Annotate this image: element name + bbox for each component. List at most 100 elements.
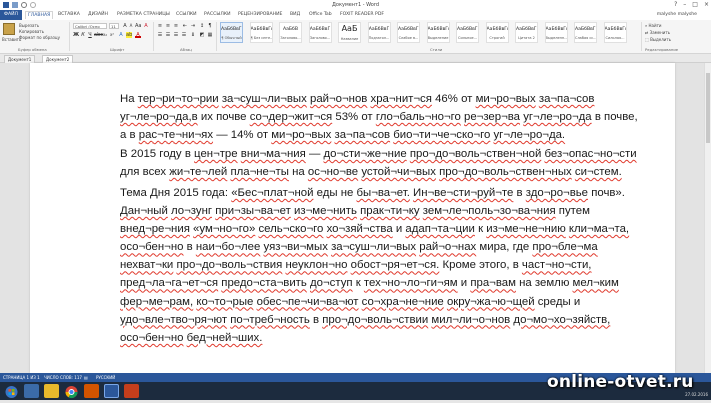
font-family-select[interactable]: Calibri (Осно (73, 23, 107, 29)
document-word: без¬опас¬но¬сти (544, 148, 637, 160)
shading-icon[interactable]: ◩ (199, 32, 205, 38)
select-button[interactable]: ⬚ Выделить (645, 37, 671, 42)
clear-formatting-icon[interactable]: A (143, 23, 149, 29)
word-count[interactable]: ЧИСЛО СЛОВ: 117 (44, 375, 82, 380)
vertical-scrollbar[interactable] (704, 63, 711, 373)
scrollbar-thumb[interactable] (706, 73, 710, 143)
document-paragraph[interactable]: На тер¬ри¬то¬рии за¬суш¬ли¬вых рай¬о¬нов… (120, 90, 640, 144)
spell-check-icon[interactable]: ▤ (84, 375, 88, 380)
language-indicator[interactable]: РУССКИЙ (96, 375, 115, 380)
maximize-button[interactable]: □ (692, 1, 698, 8)
style-item[interactable]: АаБбВвГг Выделенн... (544, 22, 568, 43)
style-name: Подзагол... (368, 36, 390, 40)
copy-button[interactable]: Копировать (19, 29, 44, 34)
document-word: почве (216, 111, 247, 124)
text-effects-icon[interactable]: A (118, 32, 124, 38)
cut-button[interactable]: Вырезать (19, 23, 39, 28)
replace-button[interactable]: ⇄ Заменить (645, 30, 670, 35)
format-painter-button[interactable]: Формат по образцу (19, 35, 60, 40)
document-word: про¬бле¬ма (532, 241, 598, 254)
document-workspace: На тер¬ри¬то¬рии за¬суш¬ли¬вых рай¬о¬нов… (0, 63, 711, 373)
font-group-label: Шрифт (110, 47, 125, 52)
tab-file[interactable]: ФАЙЛ (0, 10, 22, 20)
underline-icon[interactable]: Ч (87, 32, 93, 38)
align-center-icon[interactable]: ☰ (165, 32, 171, 38)
style-item[interactable]: АаБбВвГг Сильное... (456, 22, 479, 43)
tab-layout[interactable]: РАЗМЕТКА СТРАНИЦЫ (117, 12, 170, 17)
powerpoint-taskbar-icon[interactable] (124, 384, 139, 398)
doc-tab-1[interactable]: Документ1 (4, 55, 36, 63)
italic-icon[interactable]: К (80, 32, 86, 38)
tab-view[interactable]: ВИД (290, 12, 300, 17)
style-item[interactable]: АаБбВвГ Подзагол... (367, 22, 391, 43)
decrease-indent-icon[interactable]: ⇤ (182, 23, 188, 29)
style-item[interactable]: АаБбВвГг ¶ Обычный (220, 22, 243, 43)
document-word: мира, (479, 241, 510, 254)
font-size-select[interactable]: 11 (109, 23, 119, 29)
ribbon-separator (69, 22, 70, 51)
font-color-icon[interactable]: A (135, 32, 141, 38)
document-paragraph[interactable]: Тема Дня 2015 года: «Бес¬плат¬ной еды не… (120, 184, 640, 347)
style-item[interactable]: АаБбВ Заголово... (279, 22, 302, 43)
tab-insert[interactable]: ВСТАВКА (58, 12, 80, 17)
document-word: со¬хра¬не¬ние (361, 295, 444, 308)
help-button[interactable]: ? (674, 1, 677, 8)
find-button[interactable]: ⌕ Найти (645, 23, 662, 28)
tab-foxit-reader[interactable]: FOXIT READER PDF (340, 12, 384, 17)
style-item[interactable]: АаБбВвГг Слабое в... (397, 22, 420, 43)
shrink-font-icon[interactable]: A (128, 23, 134, 29)
style-item[interactable]: АаБбВвГг Строгий (485, 22, 509, 43)
page-count[interactable]: СТРАНИЦА 1 ИЗ 1 (3, 375, 40, 380)
tab-design[interactable]: ДИЗАЙН (88, 12, 108, 17)
align-left-icon[interactable]: ☰ (157, 32, 163, 38)
change-case-icon[interactable]: Aa (135, 23, 141, 29)
tab-office-tab[interactable]: Office Tab (309, 12, 332, 17)
document-word: На (120, 93, 135, 105)
justify-icon[interactable]: ☰ (181, 32, 187, 38)
document-paragraph[interactable]: В 2015 году в цен¬тре вни¬ма¬ния — до¬ст… (120, 145, 640, 181)
tab-review[interactable]: РЕЦЕНЗИРОВАНИЕ (238, 12, 282, 17)
superscript-icon[interactable]: x² (109, 32, 115, 38)
show-marks-icon[interactable]: ¶ (207, 23, 213, 29)
multilevel-list-icon[interactable]: ≡ (173, 23, 179, 29)
style-item[interactable]: АаБбВвГг ¶ Без инте... (249, 22, 273, 43)
close-button[interactable]: × (704, 1, 709, 8)
paste-icon[interactable] (3, 23, 15, 35)
strikethrough-icon[interactable]: abc (94, 32, 103, 38)
document-word: 2015 (173, 187, 199, 199)
document-word: Дан¬ный (120, 205, 168, 218)
style-item[interactable]: АаБбВвГг Слабая сс... (574, 22, 597, 43)
minimize-button[interactable]: – (683, 1, 686, 8)
align-right-icon[interactable]: ☰ (173, 32, 179, 38)
line-spacing-icon[interactable]: ↨ (190, 32, 196, 38)
style-item[interactable]: АаБбВвГг Выделение (426, 22, 450, 43)
word-taskbar-icon[interactable] (104, 384, 119, 398)
style-item[interactable]: АаБбВвГ Заголово... (308, 22, 332, 43)
increase-indent-icon[interactable]: ⇥ (190, 23, 196, 29)
bullets-icon[interactable]: ≡ (157, 23, 163, 29)
start-icon[interactable] (4, 384, 19, 398)
watermark: online-otvet.ru (547, 372, 694, 392)
doc-tab-2[interactable]: Документ2 (42, 55, 74, 63)
file-explorer-icon[interactable] (44, 384, 59, 398)
style-item[interactable]: АаБ Название (338, 22, 361, 43)
style-item[interactable]: АаБбВвГг Цитата 2 (515, 22, 538, 43)
numbering-icon[interactable]: ≡ (165, 23, 171, 29)
sort-icon[interactable]: ↕ (199, 23, 205, 29)
tab-references[interactable]: ССЫЛКИ (176, 12, 197, 17)
highlight-icon[interactable]: ab (126, 32, 132, 38)
internet-explorer-icon[interactable] (24, 384, 39, 398)
tab-mailings[interactable]: РАССЫЛКИ (204, 12, 231, 17)
tab-home[interactable]: ГЛАВНАЯ (25, 11, 54, 19)
subscript-icon[interactable]: x₂ (102, 32, 108, 38)
media-player-icon[interactable] (84, 384, 99, 398)
document-word: ос¬но¬ве (307, 166, 359, 179)
style-name: Выделенн... (545, 36, 568, 40)
style-item[interactable]: АаБбВвГг Сильная... (603, 22, 627, 43)
borders-icon[interactable]: ▦ (207, 32, 213, 38)
document-tabs: Документ1 Документ2 (0, 54, 711, 63)
user-name[interactable]: malyshe malyshe (657, 12, 697, 17)
bold-icon[interactable]: Ж (73, 32, 79, 38)
chrome-icon[interactable] (64, 384, 79, 399)
system-clock[interactable]: 27.02.2016 (685, 392, 708, 397)
